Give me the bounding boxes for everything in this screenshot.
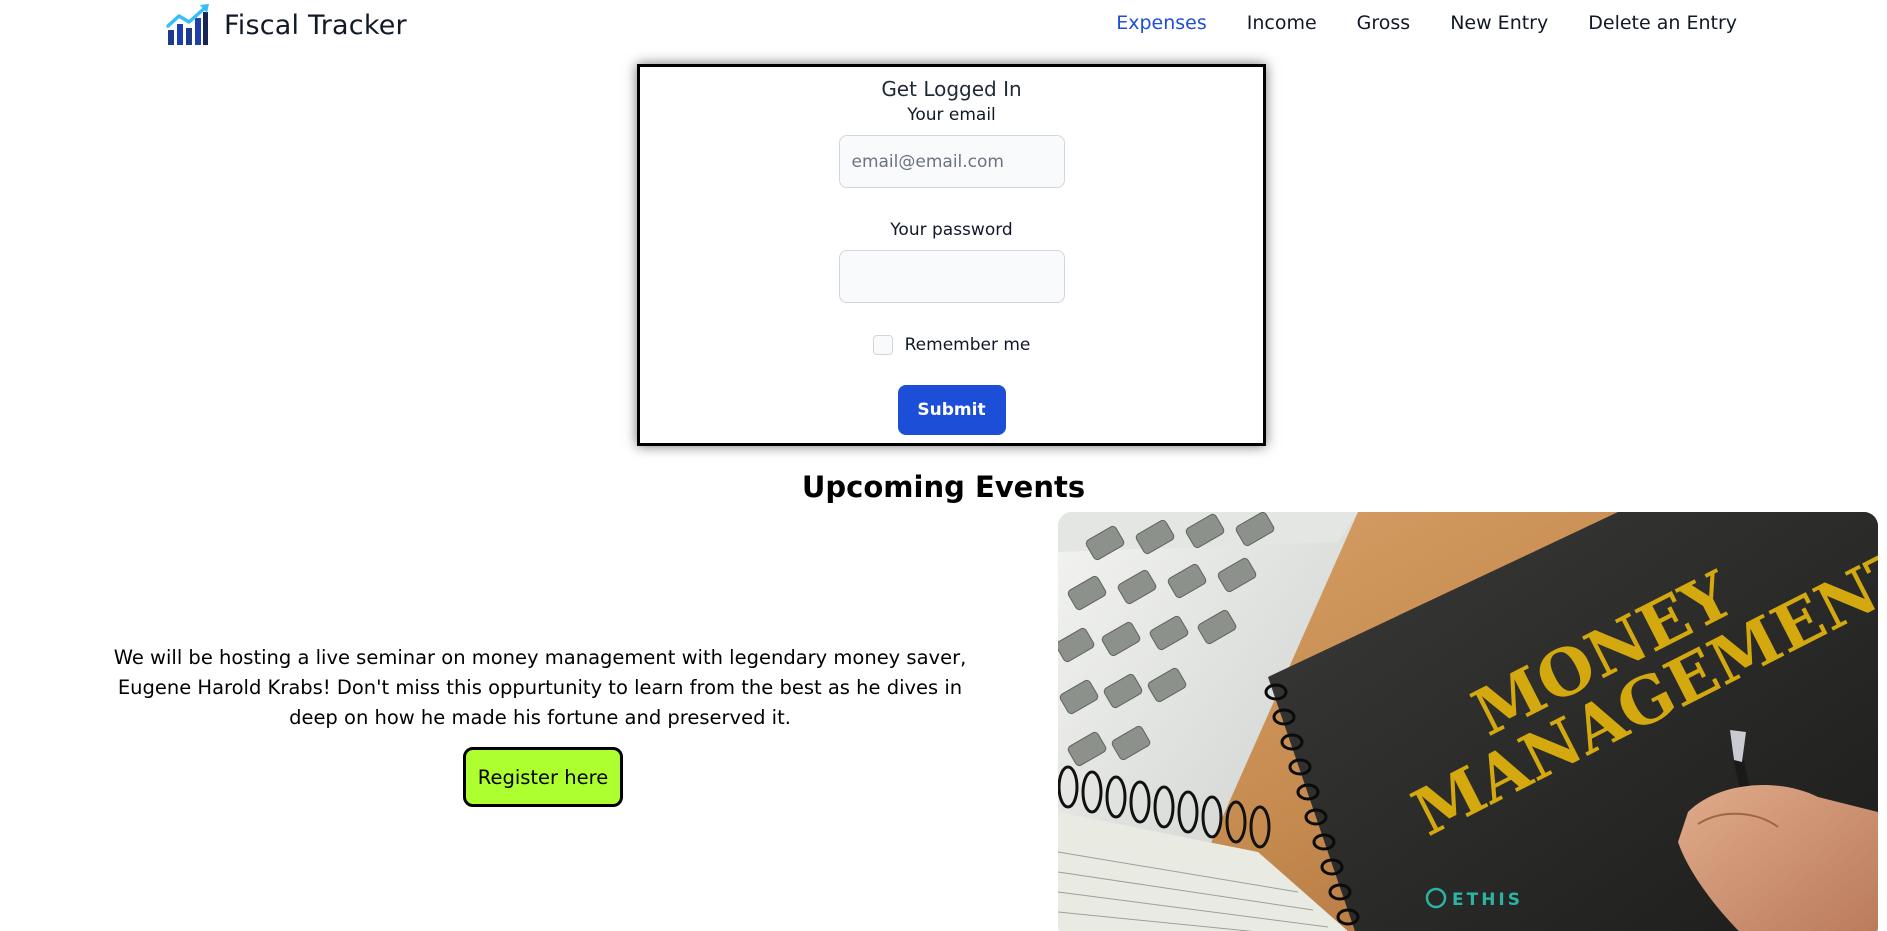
login-title: Get Logged In xyxy=(881,77,1022,101)
nav-link-income[interactable]: Income xyxy=(1247,12,1317,34)
brand-link[interactable]: Fiscal Tracker xyxy=(166,4,407,46)
nav-link-delete-entry[interactable]: Delete an Entry xyxy=(1588,12,1737,34)
password-input[interactable] xyxy=(838,250,1065,303)
login-form: Get Logged In Your email Your password R… xyxy=(637,64,1266,446)
watermark-text: ETHIS xyxy=(1452,890,1523,910)
password-label: Your password xyxy=(890,220,1013,240)
top-navbar: Fiscal Tracker Expenses Income Gross New… xyxy=(0,0,1887,46)
email-input[interactable] xyxy=(838,135,1065,188)
register-button[interactable]: Register here xyxy=(463,747,623,807)
events-heading: Upcoming Events xyxy=(801,470,1086,504)
remember-row: Remember me xyxy=(872,335,1031,355)
email-label: Your email xyxy=(907,105,996,125)
event-description: We will be hosting a live seminar on mon… xyxy=(113,646,967,729)
nav-links: Expenses Income Gross New Entry Delete a… xyxy=(1116,12,1737,34)
submit-button[interactable]: Submit xyxy=(897,385,1006,435)
nav-link-expenses[interactable]: Expenses xyxy=(1116,12,1207,34)
brand-name: Fiscal Tracker xyxy=(224,9,407,41)
money-management-image: MONEY MANAGEMENT ETHIS xyxy=(1058,512,1878,931)
remember-label: Remember me xyxy=(904,335,1031,355)
remember-checkbox[interactable] xyxy=(872,335,893,355)
rising-bar-chart-icon xyxy=(166,4,209,45)
nav-link-new-entry[interactable]: New Entry xyxy=(1450,12,1548,34)
nav-link-gross[interactable]: Gross xyxy=(1357,12,1411,34)
